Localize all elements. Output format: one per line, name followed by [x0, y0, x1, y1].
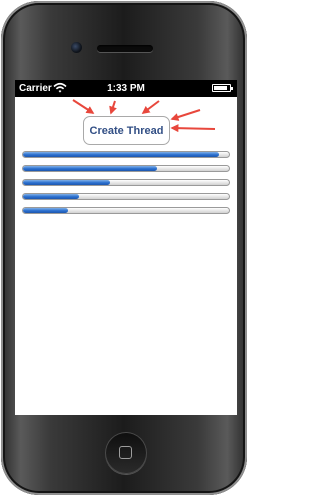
iphone-frame: Carrier 1:33 PM Create Thread: [1, 1, 247, 495]
annotation-arrow: [170, 109, 201, 121]
progress-bar: [22, 207, 230, 214]
progress-bar: [22, 151, 230, 158]
speaker-grille: [97, 45, 153, 52]
battery-icon: [212, 84, 233, 92]
home-button-icon: [119, 446, 132, 459]
progress-bar: [22, 179, 230, 186]
progress-bar-fill: [23, 166, 157, 171]
front-camera-icon: [71, 42, 82, 53]
progress-bar-fill: [23, 152, 219, 157]
home-button[interactable]: [105, 432, 147, 474]
progress-bar: [22, 165, 230, 172]
create-thread-button[interactable]: Create Thread: [83, 116, 170, 145]
progress-bar-fill: [23, 194, 79, 199]
status-bar: Carrier 1:33 PM: [15, 80, 237, 97]
battery-level-fill: [214, 86, 227, 90]
progress-bar-fill: [23, 208, 69, 213]
progress-bar: [22, 193, 230, 200]
annotation-arrow: [109, 100, 117, 115]
annotation-arrow: [170, 124, 216, 133]
device-screen: Carrier 1:33 PM Create Thread: [15, 80, 237, 415]
annotation-arrow: [72, 99, 95, 114]
progress-bar-fill: [23, 180, 110, 185]
status-time: 1:33 PM: [107, 83, 145, 94]
annotation-arrow: [141, 100, 160, 114]
